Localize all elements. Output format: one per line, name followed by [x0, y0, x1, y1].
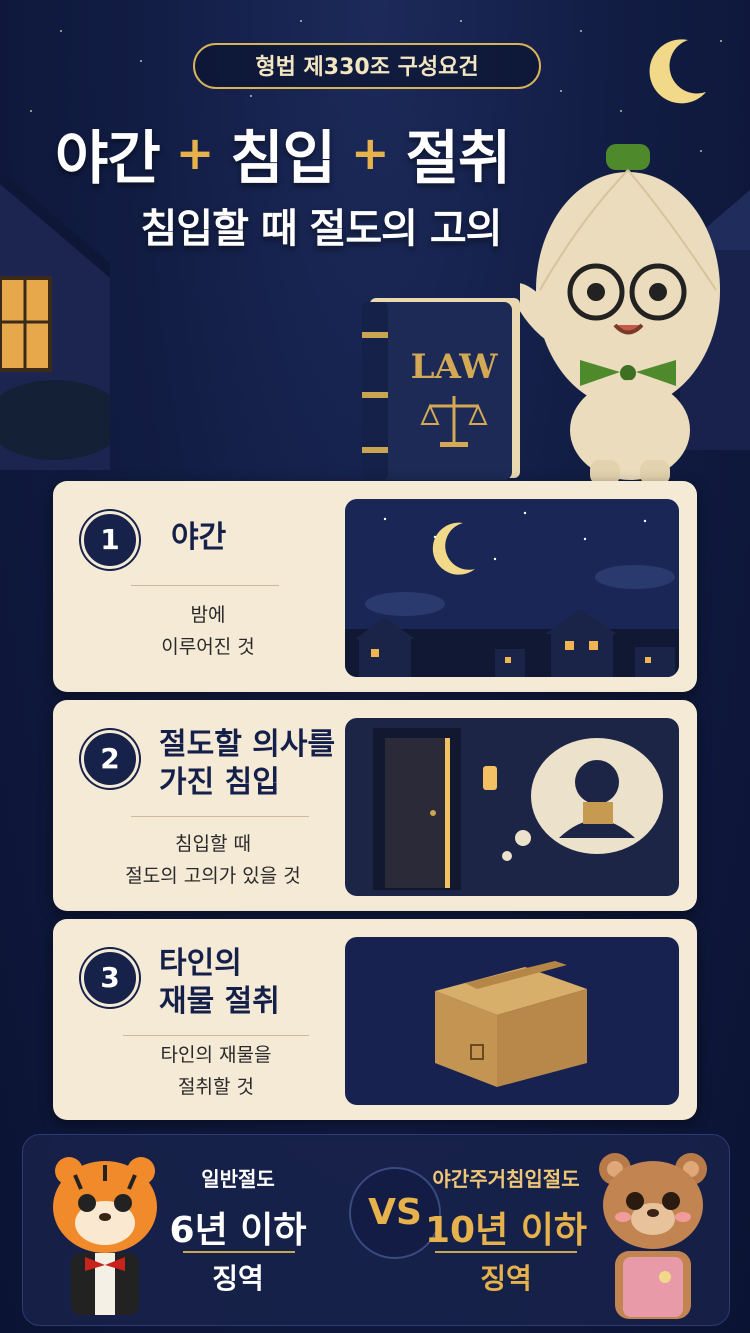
- house-illustration: [0, 170, 110, 470]
- divider-line: [183, 1251, 295, 1253]
- card-heading-line: 절도할 의사를: [159, 727, 336, 762]
- bear-mascot: [599, 1153, 707, 1319]
- general-theft-penalty: 징역: [212, 1262, 264, 1295]
- card-description: 침입할 때 절도의 고의가 있을 것: [103, 828, 323, 892]
- star: [560, 90, 562, 92]
- star: [620, 110, 622, 112]
- card-heading: 야간: [171, 519, 226, 557]
- requirement-card-1: 1 야간 밤에 이루어진 것: [53, 481, 697, 692]
- night-burglary-years: 10년 이하: [425, 1210, 587, 1251]
- requirement-card-3: 3 타인의 재물 절취 타인의 재물을 절취할 것: [53, 919, 697, 1120]
- star: [580, 30, 582, 32]
- page-subtitle: 침입할 때 절도의 고의: [140, 206, 503, 252]
- card-description-line: 타인의 재물을: [160, 1044, 272, 1066]
- garlic-mascot: [520, 144, 720, 485]
- card-description: 밤에 이루어진 것: [113, 599, 303, 663]
- door-intrusion-illustration: [345, 718, 679, 896]
- law-book-icon: LAW: [362, 298, 520, 480]
- penalty-comparison: 일반절도 6년 이하 징역 VS 야간주거침입절도 10년 이하 징역: [22, 1134, 730, 1326]
- infographic-page: 형법 제330조 구성요건 야간 + 침입 + 절취 침입할 때 절도의 고의 …: [0, 0, 750, 1333]
- card-heading-line: 가진 침입: [159, 765, 280, 800]
- step-number-badge: 2: [81, 730, 139, 788]
- card-description-line: 이루어진 것: [161, 636, 255, 658]
- card-description-line: 침입할 때: [175, 833, 251, 855]
- general-theft-label: 일반절도: [201, 1167, 275, 1191]
- box-icon: [345, 937, 679, 1105]
- star: [460, 20, 462, 22]
- title-word-night: 야간: [55, 124, 161, 192]
- requirement-card-2: 2 절도할 의사를 가진 침입 침입할 때 절도의 고의가 있을 것: [53, 700, 697, 911]
- step-number-badge: 3: [81, 949, 139, 1007]
- card-heading: 절도할 의사를 가진 침입: [159, 726, 335, 802]
- card-heading-line: 타인의: [159, 946, 242, 981]
- book-label: LAW: [411, 347, 499, 387]
- card-divider: [131, 585, 279, 586]
- night-burglary-penalty: 징역: [480, 1262, 532, 1295]
- night-burglary-label: 야간주거침입절도: [432, 1167, 580, 1191]
- night-sky-illustration: [345, 499, 679, 677]
- title-plus: +: [175, 126, 215, 180]
- card-heading-line: 재물 절취: [159, 984, 280, 1019]
- star: [720, 40, 722, 42]
- divider-line: [435, 1251, 577, 1253]
- star: [140, 60, 142, 62]
- title-plus: +: [351, 126, 390, 180]
- step-number-badge: 1: [81, 511, 139, 569]
- star: [250, 95, 252, 97]
- tiger-mascot: [53, 1157, 157, 1315]
- card-description-line: 밤에: [190, 604, 226, 626]
- page-title: 야간 + 침입 + 절취: [55, 108, 512, 198]
- card-heading: 타인의 재물 절취: [159, 945, 280, 1021]
- card-divider: [123, 1035, 309, 1036]
- crescent-moon-icon: [649, 39, 706, 104]
- card-divider: [131, 816, 309, 817]
- general-theft-years: 6년 이하: [169, 1210, 307, 1251]
- star: [30, 110, 32, 112]
- card-description: 타인의 재물을 절취할 것: [123, 1039, 309, 1103]
- card-heading-line: 야간: [171, 520, 227, 555]
- article-badge: 형법 제330조 구성요건: [193, 43, 541, 89]
- card-description-line: 절도의 고의가 있을 것: [125, 865, 301, 887]
- title-word-intrusion: 침입: [230, 124, 336, 192]
- title-word-theft: 절취: [405, 124, 512, 192]
- star: [300, 20, 302, 22]
- card-description-line: 절취할 것: [178, 1076, 254, 1098]
- star: [60, 30, 62, 32]
